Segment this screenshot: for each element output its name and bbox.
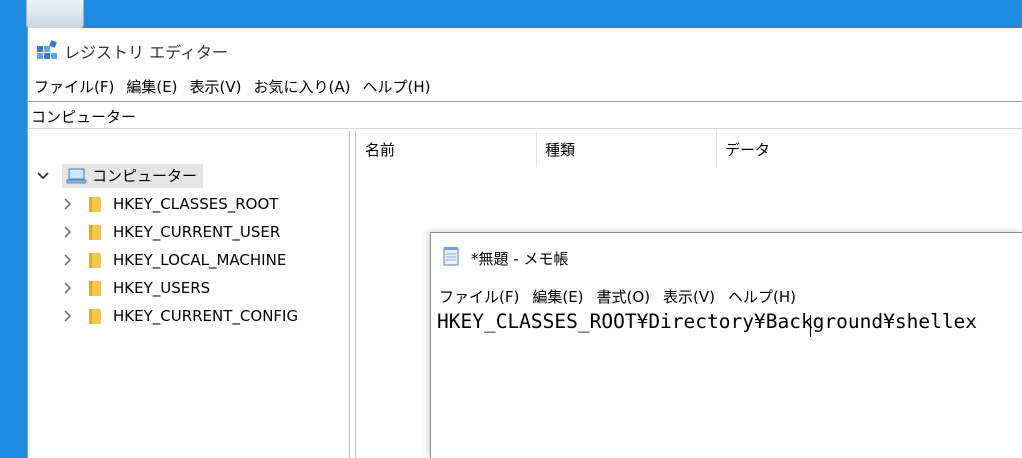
- tree-root-label: コンピューター: [92, 167, 198, 185]
- tree-item-hkey-classes-root[interactable]: HKEY_CLASSES_ROOT: [60, 191, 278, 217]
- chevron-right-icon[interactable]: [60, 225, 74, 239]
- address-bar[interactable]: コンピューター: [28, 101, 1022, 129]
- notepad-menu-help[interactable]: ヘルプ(H): [722, 286, 803, 307]
- notepad-title: *無題 - メモ帳: [471, 250, 569, 268]
- recycle-bin-icon[interactable]: [26, 0, 84, 30]
- tree-root-selected[interactable]: コンピューター: [62, 164, 204, 188]
- key-tree: コンピューター HKEY_CLASSES_ROOT HKEY_CURRENT_U…: [28, 131, 350, 458]
- notepad-window: *無題 - メモ帳 ファイル(F) 編集(E) 書式(O) 表示(V) ヘルプ(…: [430, 232, 1022, 458]
- menu-view[interactable]: 表示(V): [184, 74, 248, 98]
- regedit-icon: [37, 40, 57, 59]
- tree-item-label: HKEY_CLASSES_ROOT: [113, 195, 279, 213]
- tree-item-hkey-current-config[interactable]: HKEY_CURRENT_CONFIG: [60, 303, 298, 329]
- menu-favorites[interactable]: お気に入り(A): [248, 74, 357, 98]
- folder-icon: [89, 309, 101, 324]
- folder-icon: [89, 281, 101, 296]
- computer-icon: [66, 168, 87, 183]
- text-caret: [810, 315, 811, 337]
- regedit-menubar: ファイル(F) 編集(E) 表示(V) お気に入り(A) ヘルプ(H): [28, 74, 436, 98]
- folder-icon: [89, 253, 101, 268]
- tree-item-label: HKEY_CURRENT_USER: [113, 223, 281, 241]
- chevron-down-icon[interactable]: [36, 169, 50, 183]
- tree-item-label: HKEY_CURRENT_CONFIG: [113, 307, 299, 325]
- registry-editor-titlebar[interactable]: レジストリ エディター: [28, 28, 1022, 70]
- chevron-right-icon[interactable]: [60, 197, 74, 211]
- notepad-menu-format[interactable]: 書式(O): [591, 286, 658, 307]
- list-header: 名前 種類 データ: [357, 131, 1022, 167]
- notepad-menu-view[interactable]: 表示(V): [657, 286, 722, 307]
- notepad-text-area[interactable]: HKEY_CLASSES_ROOT¥Directory¥Background¥s…: [437, 310, 1017, 450]
- chevron-right-icon[interactable]: [60, 281, 74, 295]
- chevron-right-icon[interactable]: [60, 253, 74, 267]
- tree-item-hkey-local-machine[interactable]: HKEY_LOCAL_MACHINE: [60, 247, 286, 273]
- column-name[interactable]: 名前: [357, 131, 537, 167]
- notepad-icon: [443, 247, 459, 266]
- tree-item-computer[interactable]: コンピューター: [36, 163, 204, 189]
- window-title: レジストリ エディター: [64, 43, 228, 62]
- pane-splitter[interactable]: [350, 131, 356, 458]
- column-type[interactable]: 種類: [537, 131, 717, 167]
- menu-help[interactable]: ヘルプ(H): [356, 74, 436, 98]
- notepad-menu-file[interactable]: ファイル(F): [433, 286, 526, 307]
- folder-icon: [89, 225, 101, 240]
- notepad-menubar: ファイル(F) 編集(E) 書式(O) 表示(V) ヘルプ(H): [433, 286, 803, 307]
- chevron-right-icon[interactable]: [60, 309, 74, 323]
- tree-item-hkey-users[interactable]: HKEY_USERS: [60, 275, 210, 301]
- tree-item-label: HKEY_LOCAL_MACHINE: [113, 251, 287, 269]
- menu-edit[interactable]: 編集(E): [120, 74, 183, 98]
- tree-item-label: HKEY_USERS: [113, 279, 211, 297]
- menu-file[interactable]: ファイル(F): [28, 74, 120, 98]
- notepad-menu-edit[interactable]: 編集(E): [526, 286, 590, 307]
- column-data[interactable]: データ: [717, 131, 1022, 167]
- folder-icon: [89, 197, 101, 212]
- notepad-titlebar[interactable]: *無題 - メモ帳: [431, 233, 1022, 281]
- tree-item-hkey-current-user[interactable]: HKEY_CURRENT_USER: [60, 219, 280, 245]
